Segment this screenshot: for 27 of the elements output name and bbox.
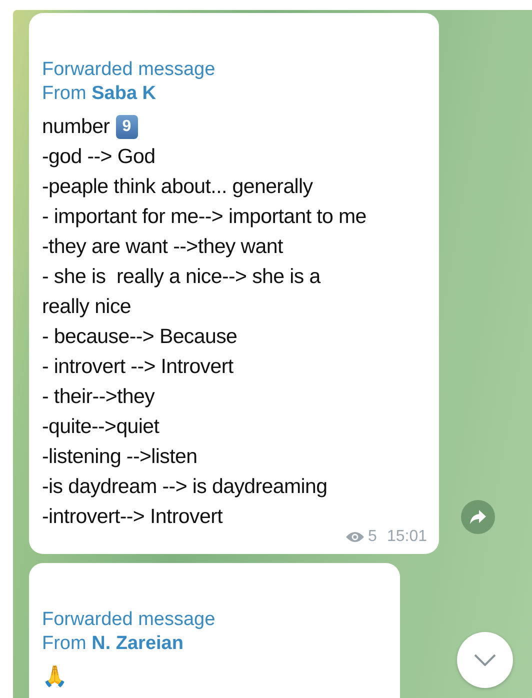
share-arrow-icon <box>469 509 487 525</box>
forwarded-label: Forwarded message <box>42 58 216 82</box>
message-text: -god --> God <box>42 144 156 170</box>
message-text: - because--> Because <box>42 324 238 350</box>
message-text: - their-->they <box>42 384 155 410</box>
share-button[interactable] <box>461 500 495 534</box>
forwarded-from: From Saba K <box>42 82 158 106</box>
chevron-down-icon <box>474 654 496 666</box>
message-text: -peaple think about... generally <box>42 174 313 200</box>
forwarded-label: Forwarded message <box>42 608 216 632</box>
message-text: -they are want -->they want <box>42 234 283 260</box>
message-text: number <box>42 114 110 140</box>
message-text: really nice <box>42 294 131 320</box>
eye-icon <box>346 531 364 543</box>
message-text: -listening -->listen <box>42 444 198 470</box>
message-text: - important for me--> important to me <box>42 204 366 230</box>
forwarded-from: From N. Zareian <box>42 632 184 656</box>
scroll-down-button[interactable] <box>457 632 513 688</box>
message-text: - introvert --> Introvert <box>42 354 234 380</box>
message-text: -is daydream --> is daydreaming <box>42 474 328 500</box>
message-text: -introvert--> Introvert <box>42 504 222 530</box>
view-count: 5 <box>368 528 377 546</box>
message-text: - she is really a nice--> she is a <box>42 264 320 290</box>
message-text: -quite-->quiet <box>42 414 160 440</box>
message-time: 15:01 <box>386 528 427 546</box>
keycap-emoji: 9 <box>116 115 138 139</box>
message-text: 🙏 <box>42 664 68 690</box>
